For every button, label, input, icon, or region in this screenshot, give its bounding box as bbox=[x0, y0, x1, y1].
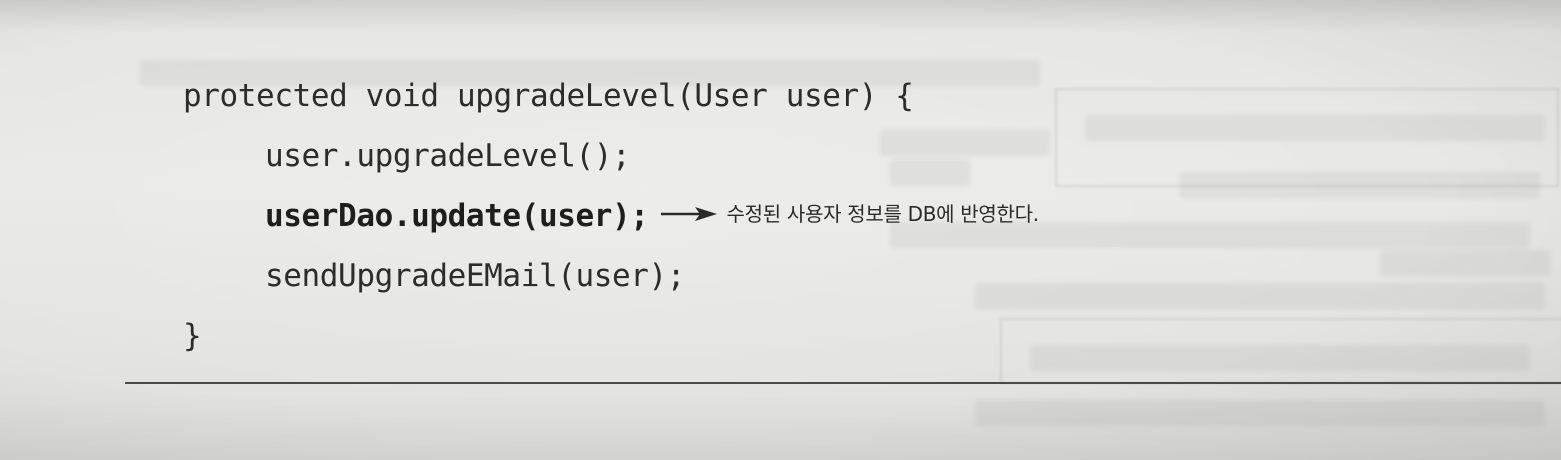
bleed-through-text bbox=[975, 400, 1545, 426]
code-dao-update-text: userDao.update(user); bbox=[265, 198, 649, 234]
code-line-closing-brace: } bbox=[183, 318, 202, 354]
code-line-method-signature: protected void upgradeLevel(User user) { bbox=[183, 78, 914, 114]
bleed-through-text bbox=[975, 283, 1545, 309]
code-line-dao-update: userDao.update(user); 수정된 사용자 정보를 DB에 반영한… bbox=[183, 186, 1039, 246]
bleed-through-text bbox=[1380, 250, 1550, 276]
code-block: protected void upgradeLevel(User user) {… bbox=[183, 66, 1039, 366]
bleed-through-box bbox=[1000, 318, 1561, 384]
annotation-text: 수정된 사용자 정보를 DB에 반영한다. bbox=[726, 201, 1040, 226]
code-line-upgrade-level-call: user.upgradeLevel(); bbox=[265, 138, 631, 174]
code-line-send-email: sendUpgradeEMail(user); bbox=[265, 258, 686, 294]
arrow-right-icon bbox=[660, 206, 717, 221]
code-annotation: 수정된 사용자 정보를 DB에 반영한다. bbox=[659, 184, 1039, 244]
horizontal-divider bbox=[125, 382, 1561, 384]
bleed-through-box bbox=[1055, 88, 1559, 187]
